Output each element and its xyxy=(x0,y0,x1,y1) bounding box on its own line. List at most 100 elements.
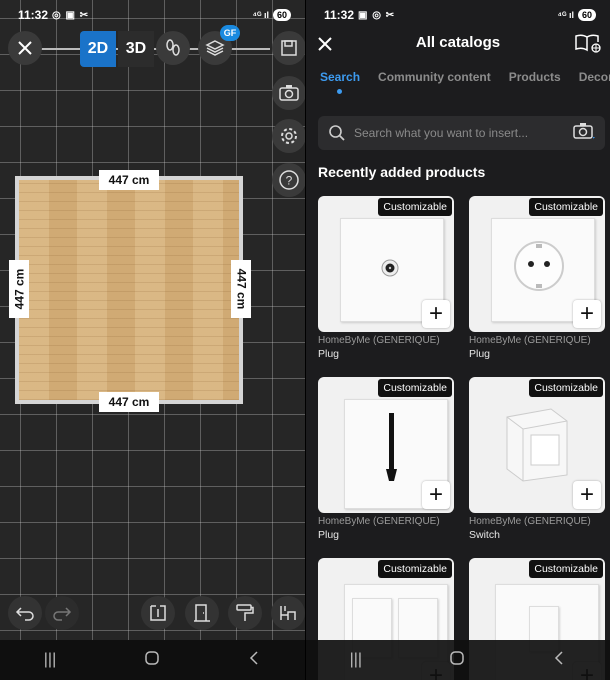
recent-apps-icon[interactable]: ||| xyxy=(44,651,56,669)
product-name: Plug xyxy=(318,529,340,541)
footprints-icon xyxy=(166,39,180,56)
system-nav-bar: ||| xyxy=(0,640,305,680)
plus-icon: + xyxy=(579,300,594,327)
add-product-button[interactable]: + xyxy=(573,300,601,328)
gear-icon xyxy=(281,128,297,144)
product-card[interactable]: Customizable + HomeByMe (GENERIQUE) Swit… xyxy=(469,377,605,541)
product-thumbnail[interactable]: Customizable + xyxy=(469,196,605,332)
add-product-button[interactable]: + xyxy=(573,481,601,509)
door-icon xyxy=(194,604,210,622)
status-bar: 11:32 ▣ ◎ ✂ ⁴ᴳ ıl 60 xyxy=(306,0,610,30)
product-card[interactable]: Customizable + HomeByMe (GENERIQUE) Plug xyxy=(469,196,605,360)
signal-icon: ⁴ᴳ ıl xyxy=(252,10,269,20)
coax-outlet-icon xyxy=(381,259,399,277)
product-card[interactable]: Customizable + HomeByMe (GENERIQUE) Plug xyxy=(318,377,454,541)
tab-decoration[interactable]: Decorati xyxy=(579,70,610,102)
doors-windows-button[interactable] xyxy=(185,596,219,630)
dimension-right-label: 447 cm xyxy=(234,268,249,310)
product-name: Plug xyxy=(469,348,491,360)
customizable-badge: Customizable xyxy=(378,379,452,397)
dimension-left[interactable]: 447 cm xyxy=(9,260,29,318)
tab-products[interactable]: Products xyxy=(509,70,561,102)
battery-indicator: 60 xyxy=(272,9,291,21)
svg-text:?: ? xyxy=(286,174,293,188)
product-card[interactable]: Customizable + HomeByMe (GENERIQUE) Plug xyxy=(318,196,454,360)
customizable-badge: Customizable xyxy=(378,198,452,216)
battery-indicator: 60 xyxy=(577,9,596,21)
book-globe-icon xyxy=(575,34,601,53)
dimension-top[interactable]: 447 cm xyxy=(99,170,159,190)
layers-badge: GF xyxy=(220,25,240,41)
search-bar[interactable] xyxy=(318,116,605,150)
product-brand: HomeByMe (GENERIQUE) xyxy=(469,516,591,527)
section-title: Recently added products xyxy=(318,164,486,180)
system-nav-bar: ||| xyxy=(306,640,610,680)
furniture-icon xyxy=(280,606,296,620)
save-button[interactable] xyxy=(272,31,305,65)
home-icon[interactable] xyxy=(449,650,465,671)
view-2d-button[interactable]: 2D xyxy=(80,31,116,67)
plus-icon: + xyxy=(428,481,443,508)
product-brand: HomeByMe (GENERIQUE) xyxy=(318,335,440,346)
status-bar: 11:32 ◎ ▣ ✂ ⁴ᴳ ıl 60 xyxy=(0,0,305,30)
camera-search-icon xyxy=(573,122,595,140)
dimension-right[interactable]: 447 cm xyxy=(231,260,251,318)
plus-icon: + xyxy=(428,300,443,327)
cable-outlet-icon xyxy=(386,413,397,481)
close-icon xyxy=(18,41,32,55)
add-product-button[interactable]: + xyxy=(422,300,450,328)
back-icon[interactable] xyxy=(247,650,261,671)
camera-icon xyxy=(279,85,299,101)
tab-community-content[interactable]: Community content xyxy=(378,70,491,102)
page-title: All catalogs xyxy=(415,34,501,51)
status-time: 11:32 xyxy=(18,8,49,22)
wall-layout-icon xyxy=(150,605,166,621)
dimension-left-label: 447 cm xyxy=(12,268,27,310)
search-input[interactable] xyxy=(354,126,564,140)
redo-button[interactable] xyxy=(45,596,79,630)
layers-icon xyxy=(205,40,225,56)
catalog-tabs: Search Community content Products Decora… xyxy=(306,70,610,102)
customizable-badge: Customizable xyxy=(529,560,603,578)
customizable-badge: Customizable xyxy=(378,560,452,578)
paint-button[interactable] xyxy=(228,596,262,630)
customizable-badge: Customizable xyxy=(529,379,603,397)
dimension-bottom[interactable]: 447 cm xyxy=(99,392,159,412)
redo-icon xyxy=(53,607,72,621)
help-icon: ? xyxy=(279,170,299,190)
product-brand: HomeByMe (GENERIQUE) xyxy=(318,516,440,527)
back-icon[interactable] xyxy=(552,650,566,671)
notification-icons: ◎ ▣ ✂ xyxy=(52,9,90,21)
product-thumbnail[interactable]: Customizable + xyxy=(318,377,454,513)
catalog-panel: 11:32 ▣ ◎ ✂ ⁴ᴳ ıl 60 All catalogs Search … xyxy=(306,0,610,680)
undo-button[interactable] xyxy=(8,596,42,630)
socket-outlet-icon xyxy=(514,241,564,291)
active-tab-indicator xyxy=(337,89,342,94)
add-product-button[interactable]: + xyxy=(422,481,450,509)
product-name: Plug xyxy=(318,348,340,360)
help-button[interactable]: ? xyxy=(272,163,305,197)
customizable-badge: Customizable xyxy=(529,198,603,216)
product-thumbnail[interactable]: Customizable + xyxy=(318,196,454,332)
toolbar-divider xyxy=(40,48,270,50)
walk-mode-button[interactable] xyxy=(156,31,190,65)
save-icon xyxy=(281,40,297,56)
walls-button[interactable] xyxy=(141,596,175,630)
plus-icon: + xyxy=(579,481,594,508)
floor-plan-editor[interactable]: 11:32 ◎ ▣ ✂ ⁴ᴳ ıl 60 2D 3D GF ? 447 cm 44… xyxy=(0,0,305,680)
home-icon[interactable] xyxy=(144,650,160,671)
view-3d-button[interactable]: 3D xyxy=(118,31,154,67)
tab-search[interactable]: Search xyxy=(320,70,360,102)
paint-roller-icon xyxy=(236,604,254,621)
switch-box-icon xyxy=(506,408,568,482)
room-floor[interactable] xyxy=(15,176,243,404)
product-thumbnail[interactable]: Customizable + xyxy=(469,377,605,513)
product-name: Switch xyxy=(469,529,500,541)
furniture-button[interactable] xyxy=(271,596,305,630)
settings-button[interactable] xyxy=(272,119,305,153)
visual-search-button[interactable] xyxy=(573,122,595,145)
close-button[interactable] xyxy=(8,31,42,65)
recent-apps-icon[interactable]: ||| xyxy=(350,651,362,669)
camera-button[interactable] xyxy=(272,76,305,110)
catalog-book-button[interactable] xyxy=(574,32,602,54)
